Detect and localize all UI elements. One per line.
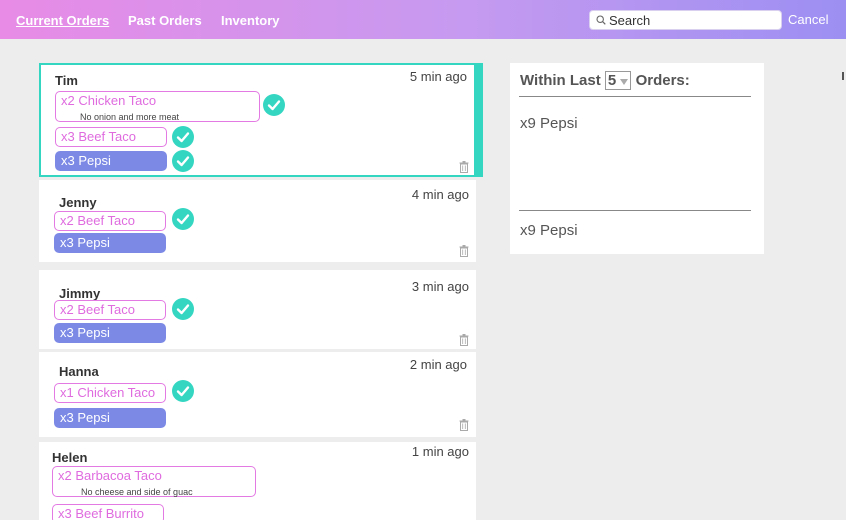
customer-name: Tim bbox=[55, 73, 78, 88]
cancel-button[interactable]: Cancel bbox=[788, 12, 828, 27]
order-count-select[interactable]: 5 bbox=[604, 71, 632, 90]
trash-icon[interactable] bbox=[459, 161, 469, 173]
check-circle-icon[interactable] bbox=[172, 126, 194, 148]
check-circle-icon[interactable] bbox=[172, 150, 194, 172]
trash-icon[interactable] bbox=[459, 334, 469, 346]
search-input[interactable]: Search bbox=[589, 10, 782, 30]
order-item-label: x3 Pepsi bbox=[60, 235, 110, 250]
top-nav-bar: Current Orders Past Orders Inventory Sea… bbox=[0, 0, 846, 39]
order-item-label: x2 Beef Taco bbox=[60, 302, 135, 317]
order-card-helen[interactable]: Helen 1 min ago x2 Barbacoa Taco No chee… bbox=[39, 442, 476, 520]
order-item-label: x1 Chicken Taco bbox=[60, 385, 156, 400]
order-time: 5 min ago bbox=[409, 69, 467, 84]
order-item-label: x2 Chicken Taco bbox=[61, 93, 157, 108]
selected-indicator bbox=[474, 63, 483, 177]
order-item-label: x3 Pepsi bbox=[61, 153, 111, 168]
order-item[interactable]: x3 Beef Burrito bbox=[52, 504, 164, 520]
order-card-jimmy[interactable]: Jimmy 3 min ago x2 Beef Taco x3 Pepsi bbox=[39, 270, 476, 349]
divider bbox=[519, 96, 751, 97]
order-card-tim[interactable]: Tim 5 min ago x2 Chicken Taco No onion a… bbox=[39, 63, 483, 177]
order-item-note: No cheese and side of guac bbox=[81, 487, 193, 497]
summary-suffix: Orders: bbox=[635, 72, 690, 89]
summary-panel: Within Last 5 Orders: x9 Pepsi x9 Pepsi bbox=[510, 63, 764, 254]
order-time: 3 min ago bbox=[411, 279, 469, 294]
order-item[interactable]: x3 Pepsi bbox=[54, 408, 166, 428]
summary-header: Within Last 5 Orders: bbox=[520, 71, 690, 90]
order-time: 2 min ago bbox=[409, 357, 467, 372]
check-circle-icon[interactable] bbox=[172, 298, 194, 320]
order-item-label: x3 Beef Taco bbox=[61, 129, 136, 144]
order-time: 1 min ago bbox=[411, 444, 469, 459]
order-item-label: x2 Beef Taco bbox=[60, 213, 135, 228]
chevron-down-icon bbox=[620, 79, 629, 85]
order-card-hanna[interactable]: Hanna 2 min ago x1 Chicken Taco x3 Pepsi bbox=[39, 352, 476, 437]
tab-inventory[interactable]: Inventory bbox=[221, 13, 280, 28]
tab-past-orders[interactable]: Past Orders bbox=[128, 13, 202, 28]
search-icon bbox=[596, 15, 606, 25]
customer-name: Jenny bbox=[59, 195, 97, 210]
divider bbox=[519, 210, 751, 211]
summary-item: x9 Pepsi bbox=[520, 115, 578, 132]
trash-icon[interactable] bbox=[459, 245, 469, 257]
order-card-jenny[interactable]: Jenny 4 min ago x2 Beef Taco x3 Pepsi bbox=[39, 180, 476, 262]
order-item-label: x2 Barbacoa Taco bbox=[58, 468, 162, 483]
order-item[interactable]: x3 Pepsi bbox=[55, 151, 167, 171]
order-item-label: x3 Pepsi bbox=[60, 410, 110, 425]
order-item[interactable]: x2 Beef Taco bbox=[54, 211, 166, 231]
order-time: 4 min ago bbox=[411, 187, 469, 202]
customer-name: Helen bbox=[52, 450, 88, 465]
order-item[interactable]: x3 Pepsi bbox=[54, 323, 166, 343]
search-placeholder: Search bbox=[609, 13, 651, 28]
check-circle-icon[interactable] bbox=[263, 94, 285, 116]
summary-prefix: Within Last bbox=[520, 72, 601, 89]
customer-name: Hanna bbox=[59, 364, 99, 379]
order-item[interactable]: x2 Beef Taco bbox=[54, 300, 166, 320]
check-circle-icon[interactable] bbox=[172, 208, 194, 230]
customer-name: Jimmy bbox=[59, 286, 101, 301]
order-item[interactable]: x3 Beef Taco bbox=[55, 127, 167, 147]
order-item[interactable]: x1 Chicken Taco bbox=[54, 383, 166, 403]
scroll-edge-mark bbox=[842, 72, 844, 80]
order-item-note: No onion and more meat bbox=[80, 112, 180, 122]
trash-icon[interactable] bbox=[459, 419, 469, 431]
order-item-label: x3 Beef Burrito bbox=[58, 506, 144, 520]
order-item[interactable]: x2 Barbacoa Taco No cheese and side of g… bbox=[52, 466, 256, 497]
order-count-value: 5 bbox=[607, 72, 617, 89]
summary-total: x9 Pepsi bbox=[520, 222, 578, 239]
check-circle-icon[interactable] bbox=[172, 380, 194, 402]
order-item[interactable]: x2 Chicken Taco No onion and more meat bbox=[55, 91, 260, 122]
tab-current-orders[interactable]: Current Orders bbox=[16, 13, 109, 28]
order-item[interactable]: x3 Pepsi bbox=[54, 233, 166, 253]
order-item-label: x3 Pepsi bbox=[60, 325, 110, 340]
